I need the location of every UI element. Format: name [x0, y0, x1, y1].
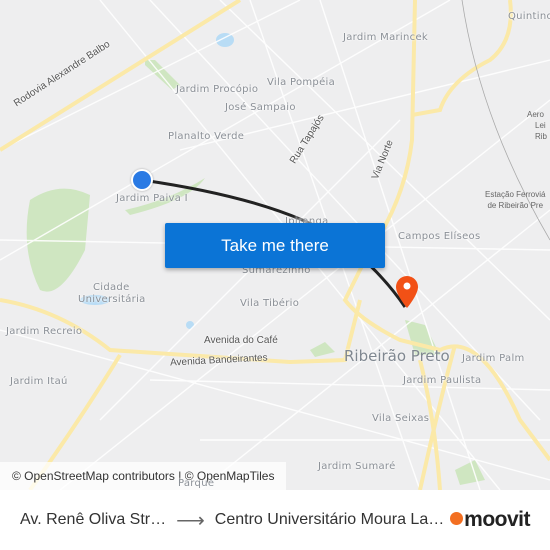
map-label: Vila Tibério — [240, 298, 300, 309]
map-label: Jardim Procópio — [176, 84, 259, 95]
map-label: Jardim Palm — [462, 353, 525, 364]
map-label: Cidade — [93, 282, 130, 293]
map-label: Planalto Verde — [168, 131, 245, 142]
map-label: Jardim Paulista — [403, 375, 482, 386]
brand-text: moovit — [464, 508, 530, 531]
poi-line: Estação Ferroviá — [485, 190, 546, 199]
map-label: Jardim Recreio — [6, 326, 83, 337]
moovit-logo: moovit — [450, 508, 530, 532]
map-label: Vila Seixas — [372, 413, 430, 424]
poi-line: de Ribeirão Pre — [487, 201, 544, 210]
footer: Av. Renê Oliva Str… ⟶ Centro Universitár… — [0, 490, 550, 550]
map-label: Quintino — [508, 11, 550, 22]
origin-name: Av. Renê Oliva Str… — [20, 511, 167, 528]
road-label: Avenida do Café — [204, 335, 278, 346]
poi-line: Aero — [527, 110, 544, 119]
destination-pin-icon[interactable] — [395, 275, 419, 309]
map-label: Campos Elíseos — [398, 231, 481, 242]
map-label: Universitária — [78, 294, 146, 305]
map-label: Jardim Itaú — [10, 376, 68, 387]
city-label: Ribeirão Preto — [344, 347, 450, 365]
destination-name: Centro Universitário Moura La… — [214, 511, 445, 528]
map[interactable]: Quintino Jardim Marincek Vila Pompéia Ja… — [0, 0, 550, 490]
map-label: Jardim Marincek — [343, 32, 428, 43]
moovit-logo-icon — [450, 512, 464, 525]
map-label: Jardim Paiva I — [116, 193, 188, 204]
map-label: Vila Pompéia — [267, 77, 336, 88]
map-attribution[interactable]: © OpenStreetMap contributors | © OpenMap… — [0, 462, 287, 490]
arrow-right-icon: ⟶ — [176, 509, 205, 532]
map-label: José Sampaio — [225, 102, 296, 113]
map-label: Jardim Sumaré — [318, 461, 396, 472]
take-me-there-button[interactable]: Take me there — [165, 223, 385, 268]
airport-label: Aero Lei Rib — [527, 109, 547, 142]
map-label: Parque — [178, 478, 215, 489]
origin-marker[interactable] — [131, 169, 153, 191]
poi-line: Rib — [535, 132, 548, 141]
poi-line: Lei — [535, 121, 546, 130]
station-label: Estação Ferroviá de Ribeirão Pre — [485, 189, 545, 211]
